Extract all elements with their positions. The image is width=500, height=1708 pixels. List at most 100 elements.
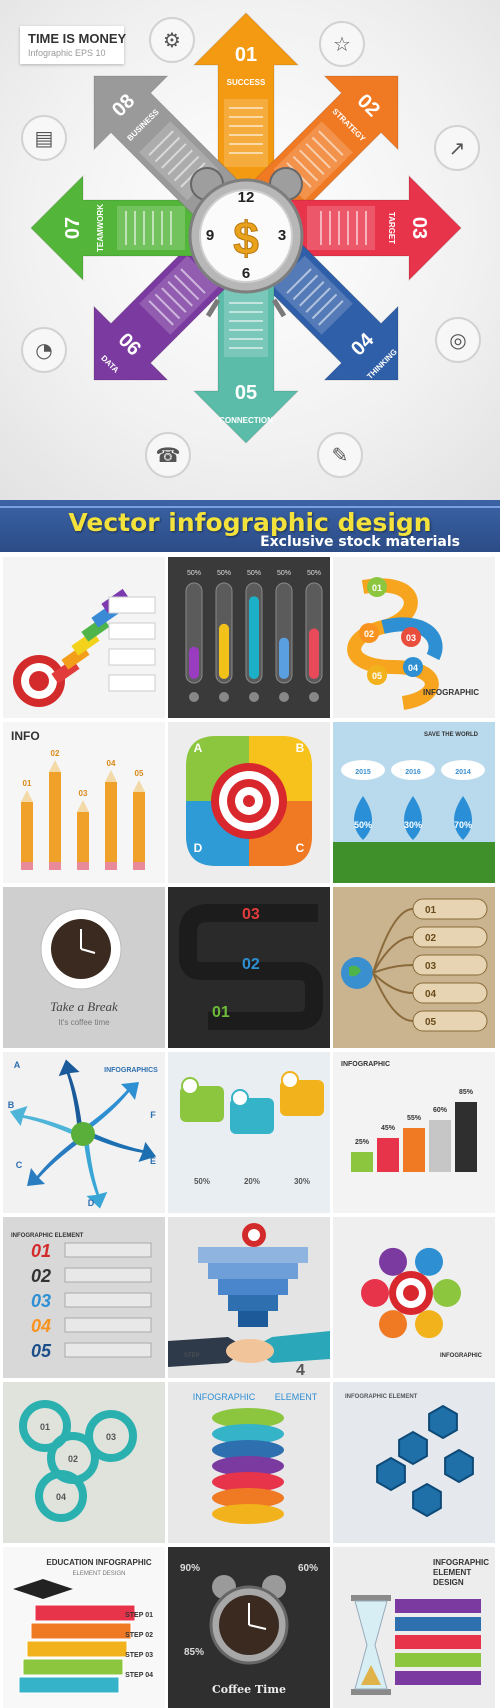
stair-step <box>228 1295 278 1311</box>
drop-percent: 50% <box>354 820 372 830</box>
path-band <box>347 578 439 710</box>
tube-percent: 50% <box>307 570 321 577</box>
tile-graphic: 90% 60% 85% Coffee Time <box>180 1563 318 1696</box>
tube-fill <box>189 646 199 679</box>
callout-box <box>108 648 156 666</box>
pencil-eraser <box>77 862 89 870</box>
tube-percent: 50% <box>277 570 291 577</box>
globe <box>71 1122 95 1146</box>
stack-disc <box>212 1504 284 1524</box>
icon-glyph: ◔ <box>35 338 52 362</box>
petal <box>415 1247 443 1276</box>
callout-box <box>108 674 156 692</box>
text-line <box>320 211 322 245</box>
pencil-body <box>105 782 117 862</box>
pencil-number: 04 <box>107 759 116 768</box>
text-line <box>229 302 263 304</box>
pencil-eraser <box>105 862 117 870</box>
banner-number: 01 <box>31 1241 51 1261</box>
tube-icon <box>249 692 259 702</box>
tube-icon <box>219 692 229 702</box>
grad-cap <box>13 1579 73 1599</box>
tile-heading: INFOGRAPHICS <box>104 1067 158 1074</box>
stair-step <box>218 1279 288 1295</box>
step-number: 03 <box>242 906 260 923</box>
text-line <box>170 211 172 245</box>
step-number: 05 <box>372 671 382 681</box>
quad-letter: D <box>194 841 203 855</box>
book <box>30 1622 132 1640</box>
tile-heading: INFOGRAPHIC ELEMENT <box>11 1233 84 1239</box>
tile-coffee-cup: Take a Break It's coffee time <box>3 887 165 1048</box>
arrow-number: 07 <box>62 217 84 239</box>
clock-number: 6 <box>242 265 250 282</box>
icon-glyph: ▤ <box>35 126 54 150</box>
tile-winding-steps: 01 02 03 04 05 INFOGRAPHIC <box>333 557 495 718</box>
tile-graphic: SAVE THE WORLD 2015 50% 2016 30% 2014 70% <box>333 732 495 883</box>
tube-percent: 50% <box>217 570 231 577</box>
pencil-tip <box>21 790 33 802</box>
hero-infographic: 01 SUCCESS 02 STRATEGY 03 TARGET 04 THINKING 05 C… <box>0 0 500 500</box>
tile-graphic: INFOGRAPHIC 25% 45% 55% 60% 85% <box>341 1061 477 1172</box>
petal <box>415 1310 443 1339</box>
spiral-letter: E <box>150 1156 156 1166</box>
arrow-note <box>117 206 185 250</box>
bar-percent: 55% <box>407 1115 422 1122</box>
title-badge: TIME IS MONEY Infographic EPS 10 <box>20 26 126 64</box>
tile-graphic: 4 STEP <box>168 1223 330 1378</box>
tile-graphic: 01 02 03 04 05 <box>341 898 488 1032</box>
tile-caption: INFOGRAPHIC <box>423 688 479 697</box>
book-step: STEP 01 <box>125 1612 153 1619</box>
ring-number: 03 <box>106 1432 116 1442</box>
branch-number: 04 <box>425 989 437 1000</box>
tile-graphic: 01 02 03 04 <box>19 1400 137 1522</box>
tile-pencils: INFO 01 02 03 04 05 <box>3 722 165 883</box>
ring-number: 02 <box>68 1454 78 1464</box>
pencil-eraser <box>21 862 33 870</box>
step-number: 02 <box>364 629 374 639</box>
branch <box>372 972 414 994</box>
tube-percent: 50% <box>187 570 201 577</box>
tube-icon <box>279 692 289 702</box>
target-icon: ◎ <box>435 317 481 363</box>
idea-icon: ☆ <box>319 21 365 67</box>
tile-graphic: INFOGRAPHIC ELEMENT <box>193 1392 318 1524</box>
tile-bar-blocks: INFOGRAPHIC 25% 45% 55% 60% 85% <box>333 1052 495 1213</box>
tile-heading: INFOGRAPHIC <box>341 1061 390 1068</box>
banner-strip <box>64 1267 152 1283</box>
stair-step <box>238 1311 268 1327</box>
ring-number: 04 <box>56 1492 66 1502</box>
tile-heading: INFOGRAPHIC <box>193 1392 256 1402</box>
hexagon <box>428 1404 458 1440</box>
drop-percent: 70% <box>454 820 472 830</box>
clock-number: 9 <box>206 227 214 244</box>
tile-graphic: INFOGRAPHIC ELEMENT <box>345 1394 474 1518</box>
tile-graphic: INFOGRAPHIC ELEMENT 01 02 03 04 05 <box>11 1233 152 1361</box>
text-line <box>365 211 367 245</box>
hexagon <box>444 1448 474 1484</box>
tile-heading: INFOGRAPHIC ELEMENT <box>345 1394 418 1400</box>
step-label: STEP <box>184 1353 200 1359</box>
title-banner: Vector infographic design Exclusive stoc… <box>0 500 500 552</box>
tile-graphic: INFOGRAPHICELEMENTDESIGN <box>351 1558 489 1695</box>
target-ring <box>29 671 49 691</box>
banner-title: Vector infographic design <box>68 508 432 537</box>
tile-speech-markers: 50% 20% 30% <box>168 1052 330 1213</box>
spiral-letter: D <box>88 1198 95 1208</box>
hourglass-cap <box>351 1595 391 1601</box>
petal <box>433 1279 461 1307</box>
pencil-eraser <box>133 862 145 870</box>
book-step: STEP 02 <box>125 1632 153 1639</box>
text-line <box>356 211 358 245</box>
book <box>34 1604 136 1622</box>
tile-caption: INFOGRAPHIC <box>440 1353 483 1359</box>
text-line <box>229 143 263 145</box>
tile-graphic: 03 02 01 <box>179 904 323 1030</box>
tile-graphic: Take a Break It's coffee time <box>40 908 122 1027</box>
spiral-letter: F <box>150 1110 156 1120</box>
text-line <box>338 211 340 245</box>
callout-box <box>108 622 156 640</box>
banner-number: 03 <box>31 1291 51 1311</box>
text-line <box>229 329 263 331</box>
icon-glyph: ↗ <box>449 136 466 160</box>
